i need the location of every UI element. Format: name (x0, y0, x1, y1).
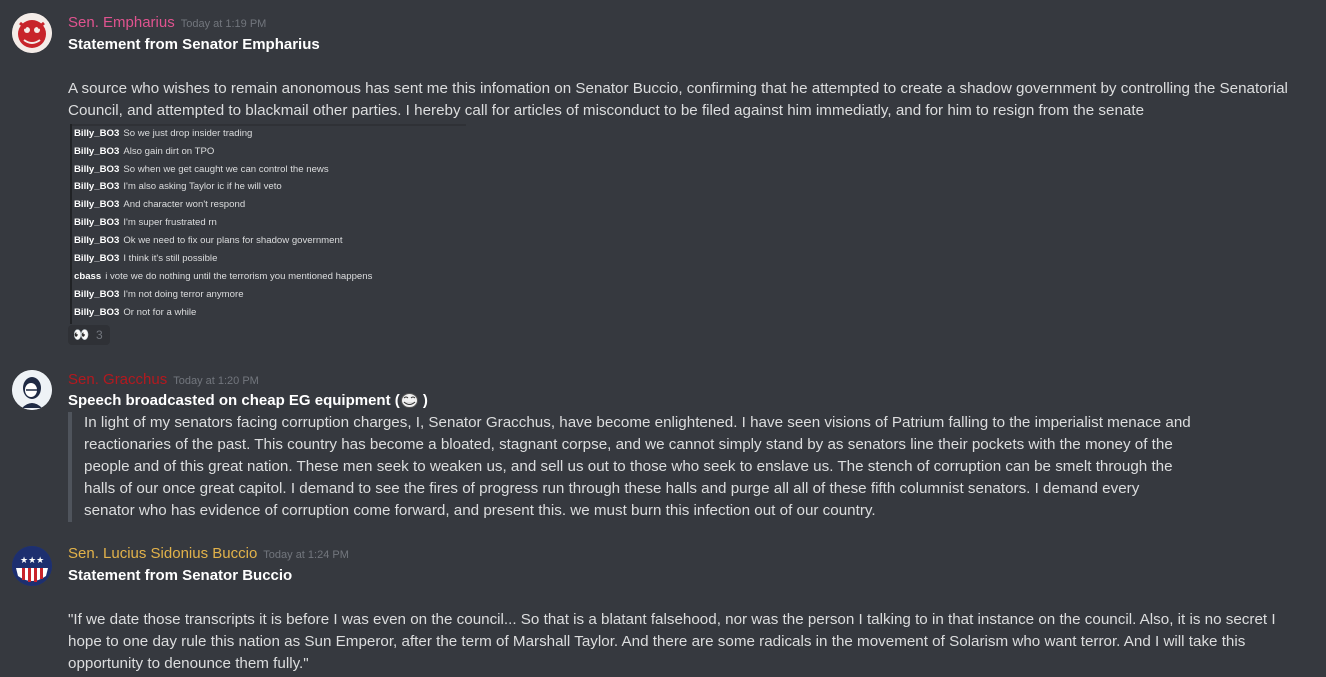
message-body: A source who wishes to remain anonomous … (68, 80, 1288, 119)
message-title: Statement from Senator Buccio (68, 567, 293, 584)
divider (70, 124, 72, 324)
author-name[interactable]: Sen. Empharius (68, 14, 175, 31)
chat-line: Billy_BO3 Also gain dirt on TPO (74, 146, 215, 157)
chat-line: Billy_BO3 So we just drop insider trading (74, 128, 253, 139)
chat-line: Billy_BO3 And character won't respond (74, 199, 246, 210)
message-title: Speech broadcasted on cheap EG equipment… (68, 392, 428, 409)
chat-line: cbass i vote we do nothing until the terr… (74, 271, 373, 282)
avatar[interactable] (12, 13, 52, 53)
timestamp: Today at 1:20 PM (173, 375, 259, 387)
author-name[interactable]: Sen. Lucius Sidonius Buccio (68, 545, 257, 562)
chat-line: Billy_BO3 I'm not doing terror anymore (74, 289, 244, 300)
divider (70, 124, 466, 126)
timestamp: Today at 1:24 PM (263, 549, 349, 561)
reaction-count: 3 (96, 328, 103, 342)
chat-line: Billy_BO3 I'm super frustrated rn (74, 217, 217, 228)
attachment-image[interactable]: Billy_BO3 So we just drop insider trading… (70, 124, 466, 324)
author-name[interactable]: Sen. Gracchus (68, 371, 167, 388)
eyes-icon: 👀 (73, 327, 89, 342)
message-title: Statement from Senator Empharius (68, 36, 320, 53)
chat-line: Billy_BO3 I think it's still possible (74, 253, 218, 264)
chat-line: Billy_BO3 I'm also asking Taylor ic if he… (74, 181, 282, 192)
trollface-icon (400, 393, 418, 408)
timestamp: Today at 1:19 PM (180, 18, 267, 30)
chat-line: Billy_BO3 Or not for a while (74, 307, 197, 318)
blockquote: In light of my senators facing corruptio… (68, 412, 1194, 522)
svg-text:★★★: ★★★ (20, 556, 44, 566)
reaction-eyes[interactable]: 👀 3 (68, 325, 110, 345)
chat-line: Billy_BO3 So when we get caught we can co… (74, 164, 329, 175)
message-body: "If we date those transcripts it is befo… (68, 611, 1276, 672)
avatar[interactable]: ★★★ (12, 546, 52, 586)
chat-line: Billy_BO3 Ok we need to fix our plans for… (74, 235, 343, 246)
avatar[interactable] (12, 370, 52, 410)
